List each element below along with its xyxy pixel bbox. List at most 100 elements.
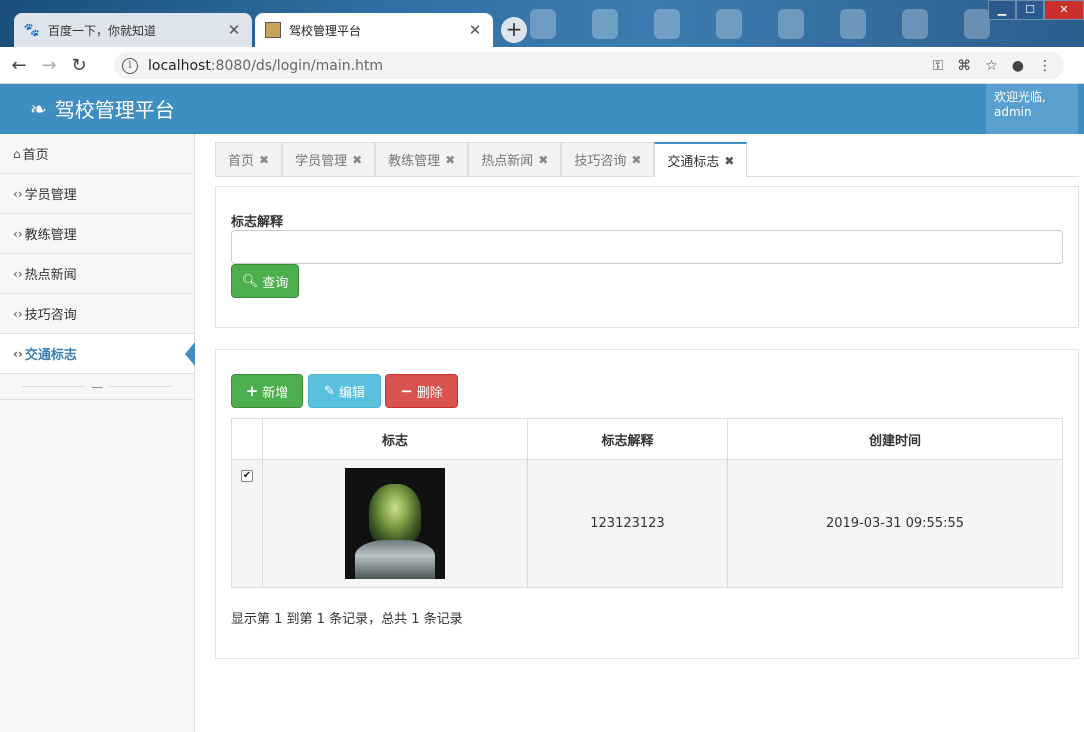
tab-label: 首页 [228,154,255,169]
delete-button-label: 删除 [416,385,443,401]
star-icon[interactable]: ☆ [985,58,998,74]
desktop-background-icons [530,4,990,44]
back-arrow-icon[interactable]: ← [8,55,30,76]
list-panel: + 新增 ✎ 编辑 − 删除 标志 标志解释 创建时间 ✔ 123123123 [215,349,1079,659]
content-tabs: 首页 ✖ 学员管理 ✖ 教练管理 ✖ 热点新闻 ✖ 技巧咨询 ✖ 交通标志 ✖ [215,142,1079,177]
sidebar-item-students[interactable]: ‹› 学员管理 [0,174,194,214]
key-icon[interactable]: ⚿ [933,58,944,74]
sidebar-item-label: 交通标志 [24,348,77,363]
column-header-created[interactable]: 创建时间 [728,419,1062,459]
search-panel: 标志解释 🔍︎ 查询 [215,186,1079,328]
info-icon[interactable]: i [122,57,138,74]
tab-traffic-signs[interactable]: 交通标志 ✖ [654,142,748,177]
brand[interactable]: ❧ 驾校管理平台 [30,94,175,123]
tab-news[interactable]: 热点新闻 ✖ [468,142,562,176]
image-icon [265,22,281,38]
new-tab-button[interactable]: + [501,17,527,43]
collapse-label: — [85,380,109,394]
sidebar-collapse-toggle[interactable]: — [0,374,194,400]
browser-tab-title: 百度一下，你就知道 [48,23,157,38]
code-icon: ‹› [13,226,23,241]
header-select-cell[interactable] [232,419,263,459]
maximize-icon[interactable]: ☐ [1016,0,1044,20]
add-button[interactable]: + 新增 [231,374,303,408]
sidebar-item-label: 学员管理 [24,188,77,203]
tab-label: 学员管理 [295,154,348,169]
minimize-icon[interactable]: ▁ [988,0,1016,20]
close-icon[interactable]: ✖ [352,153,362,167]
code-icon: ‹› [13,306,23,321]
browser-tab-title: 驾校管理平台 [289,23,362,38]
app-header: ❧ 驾校管理平台 欢迎光临, admin [0,84,1084,134]
sidebar-item-label: 热点新闻 [24,268,77,283]
minus-icon: − [400,382,413,400]
close-icon[interactable]: ✖ [259,153,269,167]
created-cell: 2019-03-31 09:55:55 [825,516,965,531]
tab-home[interactable]: 首页 ✖ [215,142,283,176]
welcome-user: admin [994,105,1032,119]
column-header-explain[interactable]: 标志解释 [528,419,728,459]
search-icon: 🔍︎ [241,273,259,289]
tab-label: 教练管理 [388,154,441,169]
search-label: 标志解释 [231,215,284,230]
tab-label: 热点新闻 [481,154,534,169]
table-header: 标志 标志解释 创建时间 [232,419,1062,460]
close-icon[interactable]: ✖ [631,153,641,167]
leaf-icon: ❧ [30,96,47,121]
plus-icon: + [245,382,259,400]
sign-image [345,468,445,579]
browser-tab-strip: 🐾 百度一下，你就知道 ✕ 驾校管理平台 ✕ + ▁ ☐ ✕ [0,0,1084,47]
close-icon[interactable]: ✖ [724,154,734,168]
sidebar-item-home[interactable]: ⌂ 首页 [0,134,194,174]
browser-tab-app[interactable]: 驾校管理平台 ✕ [255,13,493,47]
column-header-sign[interactable]: 标志 [263,419,528,459]
close-icon[interactable]: ✖ [445,153,455,167]
sign-explain-input[interactable] [231,230,1063,264]
sidebar: ⌂ 首页 ‹› 学员管理 ‹› 教练管理 ‹› 热点新闻 ‹› 技巧咨询 ‹› … [0,134,195,732]
sidebar-item-label: 技巧咨询 [24,308,77,323]
edit-button[interactable]: ✎ 编辑 [308,374,381,408]
edit-button-label: 编辑 [338,385,365,401]
tab-coaches[interactable]: 教练管理 ✖ [375,142,469,176]
tab-label: 技巧咨询 [574,154,627,169]
window-controls: ▁ ☐ ✕ [988,0,1084,20]
edit-icon: ✎ [324,383,335,399]
table-row[interactable]: ✔ 123123123 2019-03-31 09:55:55 [232,460,1062,587]
code-icon: ‹› [13,266,23,281]
close-tab-icon[interactable]: ✕ [226,21,242,39]
add-button-label: 新增 [262,385,289,401]
translate-icon[interactable]: ⌘ [957,58,971,74]
welcome-box[interactable]: 欢迎光临, admin [986,84,1078,134]
sidebar-item-tips[interactable]: ‹› 技巧咨询 [0,294,194,334]
close-tab-icon[interactable]: ✕ [467,21,483,39]
delete-button[interactable]: − 删除 [385,374,458,408]
sidebar-item-news[interactable]: ‹› 热点新闻 [0,254,194,294]
pagination-info: 显示第 1 到第 1 条记录，总共 1 条记录 [231,612,463,627]
sidebar-item-coaches[interactable]: ‹› 教练管理 [0,214,194,254]
close-window-icon[interactable]: ✕ [1044,0,1084,20]
url-path: :8080/ds/login/main.htm [210,57,384,74]
code-icon: ‹› [13,346,23,361]
menu-dots-icon[interactable]: ⋮ [1038,58,1052,74]
url-field[interactable]: i localhost:8080/ds/login/main.htm ⚿ ⌘ ☆… [114,52,1064,79]
tab-tips[interactable]: 技巧咨询 ✖ [561,142,655,176]
explain-cell: 123123123 [528,460,728,587]
sidebar-item-traffic-signs[interactable]: ‹› 交通标志 [0,334,195,374]
account-icon[interactable]: ● [1012,58,1024,74]
tab-students[interactable]: 学员管理 ✖ [282,142,376,176]
close-icon[interactable]: ✖ [538,153,548,167]
query-button[interactable]: 🔍︎ 查询 [231,264,299,298]
sidebar-item-label: 首页 [22,148,49,163]
row-checkbox[interactable]: ✔ [241,470,253,482]
browser-tab-baidu[interactable]: 🐾 百度一下，你就知道 ✕ [14,13,252,47]
query-button-label: 查询 [262,275,289,291]
brand-title: 驾校管理平台 [54,98,175,122]
row-select-cell: ✔ [232,460,263,587]
forward-arrow-icon[interactable]: → [38,55,60,76]
tab-label: 交通标志 [667,155,720,170]
url-host: localhost [148,57,211,74]
paw-icon: 🐾 [23,22,41,38]
home-icon: ⌂ [13,146,21,161]
reload-icon[interactable]: ↻ [68,55,90,76]
sidebar-item-label: 教练管理 [24,228,77,243]
